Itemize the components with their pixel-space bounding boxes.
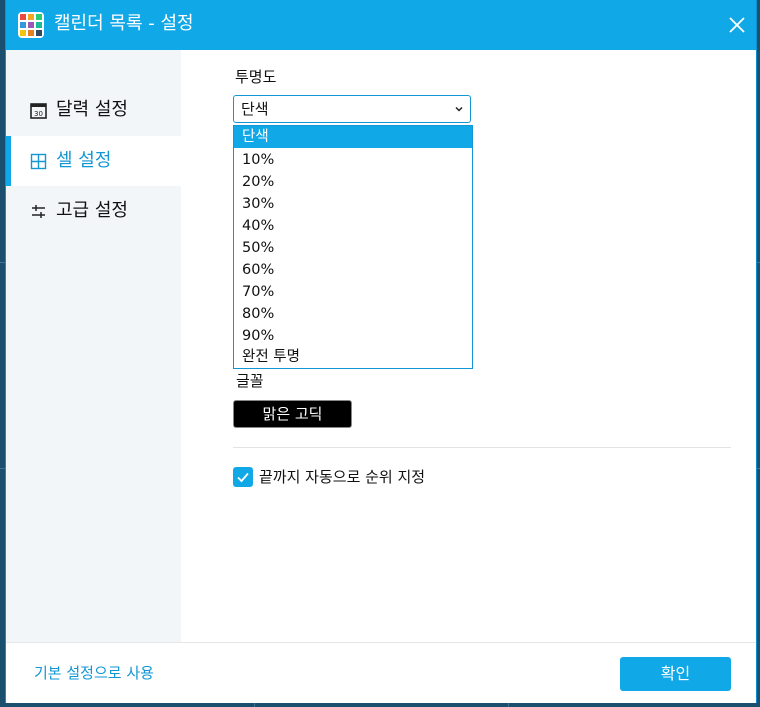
chevron-down-icon bbox=[455, 106, 463, 112]
opacity-option[interactable]: 70% bbox=[234, 281, 472, 303]
window-title: 캘린더 목록 - 설정 bbox=[54, 13, 194, 34]
opacity-option[interactable]: 완전 투명 bbox=[234, 346, 472, 368]
opacity-select-value: 단색 bbox=[241, 100, 269, 118]
sidebar-item-label: 달력 설정 bbox=[56, 99, 128, 120]
calendar-grid-icon bbox=[18, 12, 44, 38]
opacity-option[interactable]: 30% bbox=[234, 193, 472, 215]
title-bar: 캘린더 목록 - 설정 bbox=[6, 0, 756, 50]
auto-rank-label: 끝까지 자동으로 순위 지정 bbox=[259, 468, 426, 486]
use-default-settings-link[interactable]: 기본 설정으로 사용 bbox=[34, 663, 154, 683]
svg-text:30: 30 bbox=[34, 110, 43, 118]
grid-icon bbox=[30, 153, 47, 170]
opacity-option[interactable]: 90% bbox=[234, 325, 472, 347]
main-panel: 투명도 단색 단색 10% 20% 30% 40% 50% 60% 70% 80… bbox=[181, 50, 756, 642]
ok-button[interactable]: 확인 bbox=[620, 657, 731, 691]
opacity-option[interactable]: 10% bbox=[234, 149, 472, 171]
sidebar: 30 달력 설정 셀 설정 고급 설정 bbox=[6, 50, 181, 642]
dialog-footer: 기본 설정으로 사용 확인 bbox=[6, 642, 756, 703]
opacity-select[interactable]: 단색 bbox=[233, 95, 471, 123]
font-label: 글꼴 bbox=[236, 372, 264, 390]
sidebar-item-cell-settings[interactable]: 셀 설정 bbox=[6, 136, 181, 186]
sliders-icon bbox=[32, 205, 45, 218]
calendar-icon: 30 bbox=[30, 103, 47, 119]
opacity-option[interactable]: 60% bbox=[234, 259, 472, 281]
auto-rank-checkbox[interactable] bbox=[233, 467, 253, 487]
close-button[interactable] bbox=[724, 12, 750, 38]
sidebar-item-advanced-settings[interactable]: 고급 설정 bbox=[6, 186, 181, 236]
opacity-dropdown-list: 단색 10% 20% 30% 40% 50% 60% 70% 80% 90% 완… bbox=[233, 125, 473, 369]
opacity-option[interactable]: 40% bbox=[234, 215, 472, 237]
settings-dialog: 캘린더 목록 - 설정 30 달력 설정 셀 설정 고급 설정 투명도 단색 단… bbox=[6, 0, 756, 703]
opacity-label: 투명도 bbox=[235, 68, 277, 86]
opacity-option[interactable]: 단색 bbox=[234, 126, 472, 148]
sidebar-item-calendar-settings[interactable]: 30 달력 설정 bbox=[6, 85, 181, 135]
sidebar-item-label: 고급 설정 bbox=[56, 200, 128, 221]
opacity-option[interactable]: 20% bbox=[234, 171, 472, 193]
font-picker-button[interactable]: 맑은 고딕 bbox=[233, 400, 352, 428]
close-icon bbox=[729, 17, 745, 33]
divider bbox=[233, 447, 731, 448]
sidebar-item-label: 셀 설정 bbox=[56, 150, 112, 171]
opacity-option[interactable]: 50% bbox=[234, 237, 472, 259]
opacity-option[interactable]: 80% bbox=[234, 303, 472, 325]
active-indicator bbox=[6, 136, 11, 186]
checkmark-icon bbox=[237, 472, 249, 483]
